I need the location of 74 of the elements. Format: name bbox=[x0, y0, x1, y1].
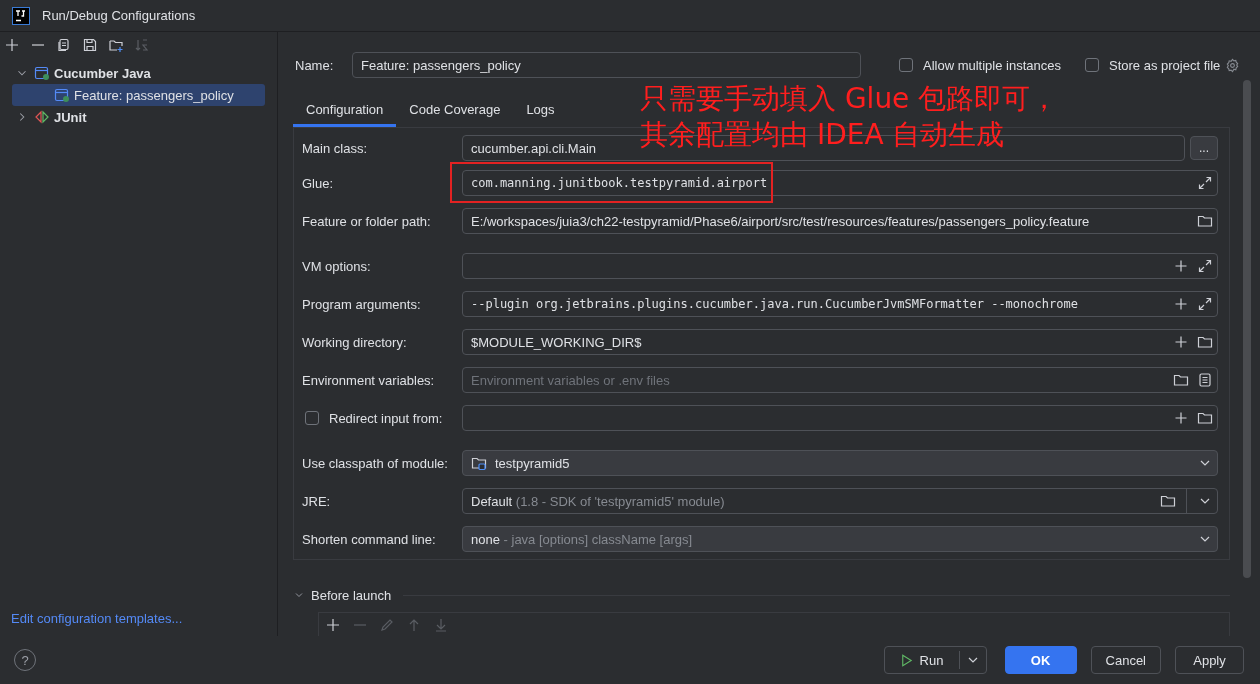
field-label: Feature or folder path: bbox=[302, 213, 431, 229]
checkbox[interactable] bbox=[305, 411, 319, 425]
plus-icon bbox=[4, 37, 20, 53]
input-field[interactable]: E:/workspaces/juia3/ch22-testpyramid/Phase6/airport/src/test/resources/features/passengers_policy.feature bbox=[462, 208, 1218, 234]
expand-icon bbox=[1197, 258, 1213, 274]
checkbox[interactable] bbox=[1085, 58, 1099, 72]
tab[interactable]: Code Coverage bbox=[396, 92, 514, 127]
dialog-button[interactable]: Cancel bbox=[1090, 646, 1161, 674]
tab[interactable]: Configuration bbox=[293, 92, 397, 127]
field-label: Main class: bbox=[302, 140, 368, 156]
module-folder-icon bbox=[471, 455, 487, 471]
input-field[interactable] bbox=[462, 405, 1218, 431]
dialog-button[interactable]: OK bbox=[1004, 646, 1077, 674]
folder-plus-button[interactable] bbox=[108, 37, 124, 53]
field-label: Working directory: bbox=[302, 334, 407, 350]
browse-button[interactable]: ... bbox=[1190, 136, 1218, 160]
tree-item[interactable]: Cucumber Java bbox=[12, 62, 265, 84]
field-label: Glue: bbox=[302, 175, 334, 191]
plus-button[interactable] bbox=[325, 617, 341, 633]
section-title: Before launch bbox=[311, 587, 392, 603]
split-arrows-icon bbox=[34, 109, 50, 125]
dropdown[interactable]: none - java [options] className [args] bbox=[462, 526, 1218, 552]
sort-icon bbox=[134, 37, 150, 53]
input-field[interactable]: --plugin org.jetbrains.plugins.cucumber.java.run.CucumberJvmSMFormatter --monochrome bbox=[462, 291, 1218, 317]
copy-button[interactable] bbox=[56, 37, 72, 53]
arrow-down-icon bbox=[433, 617, 449, 633]
floppy-disk-button[interactable] bbox=[82, 37, 98, 53]
expand-icon bbox=[1197, 175, 1213, 191]
plus-icon bbox=[1173, 410, 1189, 426]
field-label: Program arguments: bbox=[302, 296, 421, 312]
plus-icon bbox=[1173, 334, 1189, 350]
plus-icon bbox=[325, 617, 341, 633]
scrollbar[interactable] bbox=[1243, 80, 1251, 578]
field-label: Shorten command line: bbox=[302, 531, 436, 547]
dialog-button[interactable]: Apply bbox=[1175, 646, 1244, 674]
minus-icon bbox=[31, 44, 45, 46]
checkbox[interactable] bbox=[899, 58, 913, 72]
pencil-icon bbox=[379, 617, 395, 633]
folder-plus-icon bbox=[108, 37, 124, 53]
folder-icon bbox=[1197, 213, 1213, 229]
option-label: Allow multiple instances bbox=[923, 57, 1061, 73]
input-field[interactable] bbox=[462, 253, 1218, 279]
input-field[interactable]: com.manning.junitbook.testpyramid.airport bbox=[462, 170, 1218, 196]
edit-templates-link[interactable]: Edit configuration templates... bbox=[11, 611, 183, 626]
jre-dropdown[interactable]: Default (1.8 - SDK of 'testpyramid5' module) bbox=[462, 488, 1218, 514]
name-field[interactable]: Feature: passengers_policy bbox=[352, 52, 861, 78]
run-config-icon bbox=[54, 87, 70, 103]
window-title: Run/Debug Configurations bbox=[42, 8, 196, 23]
folder-icon bbox=[1197, 334, 1213, 350]
field-label: JRE: bbox=[302, 493, 331, 509]
folder-icon bbox=[1197, 410, 1213, 426]
field-label: Environment variables: bbox=[302, 372, 435, 388]
tab[interactable]: Logs bbox=[513, 92, 568, 127]
run-config-icon bbox=[34, 65, 50, 81]
document-icon bbox=[1197, 372, 1213, 388]
folder-icon bbox=[1173, 372, 1189, 388]
plus-icon bbox=[1173, 296, 1189, 312]
field-label: Redirect input from: bbox=[329, 410, 443, 426]
input-field[interactable]: $MODULE_WORKING_DIR$ bbox=[462, 329, 1218, 355]
name-label: Name: bbox=[294, 57, 335, 73]
plus-button[interactable] bbox=[4, 37, 20, 53]
tree-item[interactable]: Feature: passengers_policy bbox=[12, 84, 265, 106]
tree-item[interactable]: JUnit bbox=[12, 106, 265, 128]
option-label: Store as project file bbox=[1109, 57, 1221, 73]
expand-icon bbox=[1197, 296, 1213, 312]
annotation-text: 只需要手动填入 Glue 包路即可， bbox=[640, 81, 1059, 117]
app-logo-icon bbox=[12, 6, 30, 25]
module-dropdown[interactable]: testpyramid5 bbox=[462, 450, 1218, 476]
plus-icon bbox=[1173, 258, 1189, 274]
copy-icon bbox=[56, 37, 72, 53]
field-label: Use classpath of module: bbox=[302, 455, 448, 471]
folder-icon bbox=[1160, 493, 1176, 509]
gear-icon bbox=[1225, 57, 1241, 73]
field-label: VM options: bbox=[302, 258, 371, 274]
